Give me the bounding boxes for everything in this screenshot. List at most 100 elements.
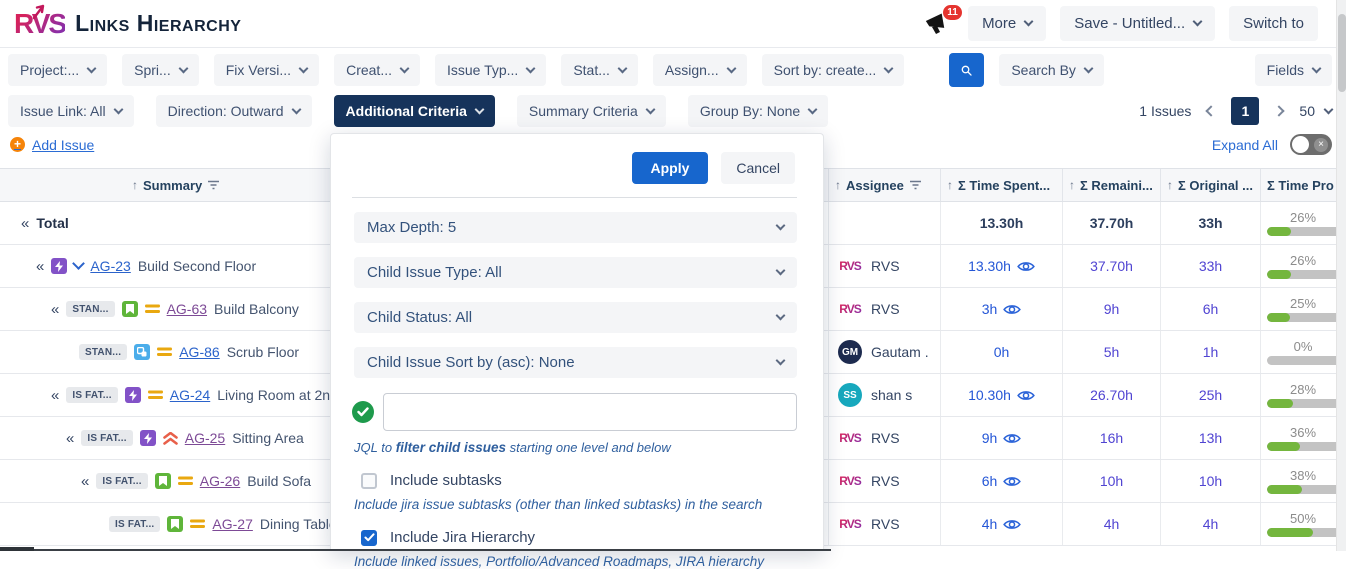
panel-divider <box>352 197 797 198</box>
panel-select[interactable]: Max Depth: 5 <box>354 212 797 243</box>
filter-button[interactable]: Creat... <box>334 54 420 86</box>
filter-button[interactable]: Project:... <box>8 54 107 86</box>
time-spent-cell: 3h <box>940 288 1062 330</box>
eye-icon[interactable] <box>1003 518 1021 531</box>
eye-icon[interactable] <box>1003 432 1021 445</box>
issue-key-link[interactable]: AG-25 <box>185 430 225 446</box>
original-value[interactable]: 4h <box>1203 516 1219 532</box>
collapse-toggle[interactable]: « <box>51 387 59 404</box>
filter-icon[interactable] <box>909 180 922 190</box>
prev-page-button[interactable] <box>1206 105 1217 116</box>
original-value[interactable]: 25h <box>1199 387 1222 403</box>
time-spent-value[interactable]: 3h <box>982 301 998 317</box>
original-value[interactable]: 33h <box>1198 215 1222 231</box>
column-label: Σ Remaini... <box>1080 178 1153 193</box>
issue-key-link[interactable]: AG-86 <box>179 344 219 360</box>
filter-button[interactable]: Spri... <box>122 54 199 86</box>
issue-key-link[interactable]: AG-26 <box>200 473 240 489</box>
collapse-toggle[interactable]: « <box>36 258 44 275</box>
panel-checkbox-row[interactable]: Include Jira Hierarchy <box>361 529 797 546</box>
remaining-cell: 37.70h <box>1062 202 1160 244</box>
remaining-value[interactable]: 26.70h <box>1090 387 1133 403</box>
search-button[interactable] <box>949 53 984 87</box>
filter-button[interactable]: Issue Link: All <box>8 95 134 127</box>
panel-checkbox-row[interactable]: Include subtasks <box>361 472 797 489</box>
collapse-toggle[interactable]: « <box>66 430 74 447</box>
column-header-original[interactable]: ↑ Σ Original ... <box>1160 169 1260 201</box>
vertical-scrollbar[interactable] <box>1336 0 1346 551</box>
next-page-button[interactable] <box>1274 105 1285 116</box>
filter-button[interactable]: Summary Criteria <box>517 95 666 127</box>
collapse-toggle[interactable]: « <box>51 301 59 318</box>
filter-button[interactable]: Issue Typ... <box>435 54 546 86</box>
panel-select[interactable]: Child Issue Sort by (asc): None <box>354 347 797 378</box>
expand-all-toggle[interactable]: × <box>1290 134 1332 155</box>
time-spent-value[interactable]: 13.30h <box>968 258 1011 274</box>
eye-icon[interactable] <box>1003 303 1021 316</box>
plus-icon: + <box>10 137 25 152</box>
save-button[interactable]: Save - Untitled... <box>1060 6 1215 41</box>
remaining-value[interactable]: 5h <box>1104 344 1120 360</box>
original-value[interactable]: 10h <box>1199 473 1222 489</box>
filter-icon[interactable] <box>207 180 220 190</box>
filter-button[interactable]: Sort by: create... <box>762 54 905 86</box>
announcement-icon[interactable]: 11 <box>924 12 954 36</box>
expand-chevron-icon[interactable] <box>72 257 85 270</box>
current-page[interactable]: 1 <box>1231 97 1259 125</box>
filter-button[interactable]: Additional Criteria <box>334 95 495 127</box>
filter-button[interactable]: Assign... <box>653 54 747 86</box>
panel-select[interactable]: Child Issue Type: All <box>354 257 797 288</box>
time-spent-value[interactable]: 9h <box>982 430 998 446</box>
time-spent-value[interactable]: 0h <box>994 344 1010 360</box>
scrollbar-thumb[interactable] <box>1338 14 1346 92</box>
add-issue-link[interactable]: + Add Issue <box>10 137 94 153</box>
remaining-value[interactable]: 37.70h <box>1090 258 1133 274</box>
time-spent-value[interactable]: 13.30h <box>980 215 1024 231</box>
issue-key-link[interactable]: AG-23 <box>90 258 130 274</box>
column-header-progress[interactable]: Σ Time Pro <box>1260 169 1346 201</box>
filter-button[interactable]: Fix Versi... <box>214 54 319 86</box>
original-value[interactable]: 13h <box>1199 430 1222 446</box>
eye-icon[interactable] <box>1017 389 1035 402</box>
filter-button[interactable]: Group By: None <box>688 95 828 127</box>
filter-button-label: Assign... <box>665 62 719 78</box>
issue-key-link[interactable]: AG-63 <box>167 301 207 317</box>
fields-button[interactable]: Fields <box>1255 54 1332 86</box>
more-button[interactable]: More <box>968 6 1046 41</box>
link-type-badge: IS FAT... <box>81 430 132 446</box>
search-by-button[interactable]: Search By <box>999 54 1104 86</box>
switch-to-button[interactable]: Switch to <box>1229 6 1318 41</box>
time-spent-value[interactable]: 10.30h <box>968 387 1011 403</box>
apply-button[interactable]: Apply <box>632 152 709 184</box>
filter-button-label: Project:... <box>20 62 79 78</box>
column-header-time-spent[interactable]: ↑ Σ Time Spent... <box>940 169 1062 201</box>
remaining-value[interactable]: 9h <box>1104 301 1120 317</box>
remaining-value[interactable]: 37.70h <box>1090 215 1134 231</box>
jql-input[interactable] <box>383 393 797 431</box>
page-size-select[interactable]: 50 <box>1299 103 1332 119</box>
remaining-value[interactable]: 16h <box>1100 430 1123 446</box>
remaining-value[interactable]: 10h <box>1100 473 1123 489</box>
remaining-value[interactable]: 4h <box>1104 516 1120 532</box>
filter-button[interactable]: Direction: Outward <box>156 95 312 127</box>
issue-key-link[interactable]: AG-24 <box>170 387 210 403</box>
eye-icon[interactable] <box>1003 475 1021 488</box>
original-value[interactable]: 33h <box>1199 258 1222 274</box>
filter-button[interactable]: Stat... <box>561 54 638 86</box>
column-header-remaining[interactable]: ↑ Σ Remaini... <box>1062 169 1160 201</box>
cancel-button[interactable]: Cancel <box>721 152 795 184</box>
expand-all-link[interactable]: Expand All <box>1212 137 1278 153</box>
original-value[interactable]: 6h <box>1203 301 1219 317</box>
checkbox[interactable] <box>361 473 377 489</box>
panel-select[interactable]: Child Status: All <box>354 302 797 333</box>
time-spent-value[interactable]: 6h <box>982 473 998 489</box>
collapse-toggle[interactable]: « <box>21 215 29 232</box>
eye-icon[interactable] <box>1017 260 1035 273</box>
collapse-toggle[interactable]: « <box>81 473 89 490</box>
checkbox[interactable] <box>361 530 377 546</box>
issue-key-link[interactable]: AG-27 <box>212 516 252 532</box>
column-header-assignee[interactable]: ↑ Assignee <box>828 169 940 201</box>
time-spent-value[interactable]: 4h <box>982 516 998 532</box>
original-value[interactable]: 1h <box>1203 344 1219 360</box>
link-type-badge: IS FAT... <box>109 516 160 532</box>
